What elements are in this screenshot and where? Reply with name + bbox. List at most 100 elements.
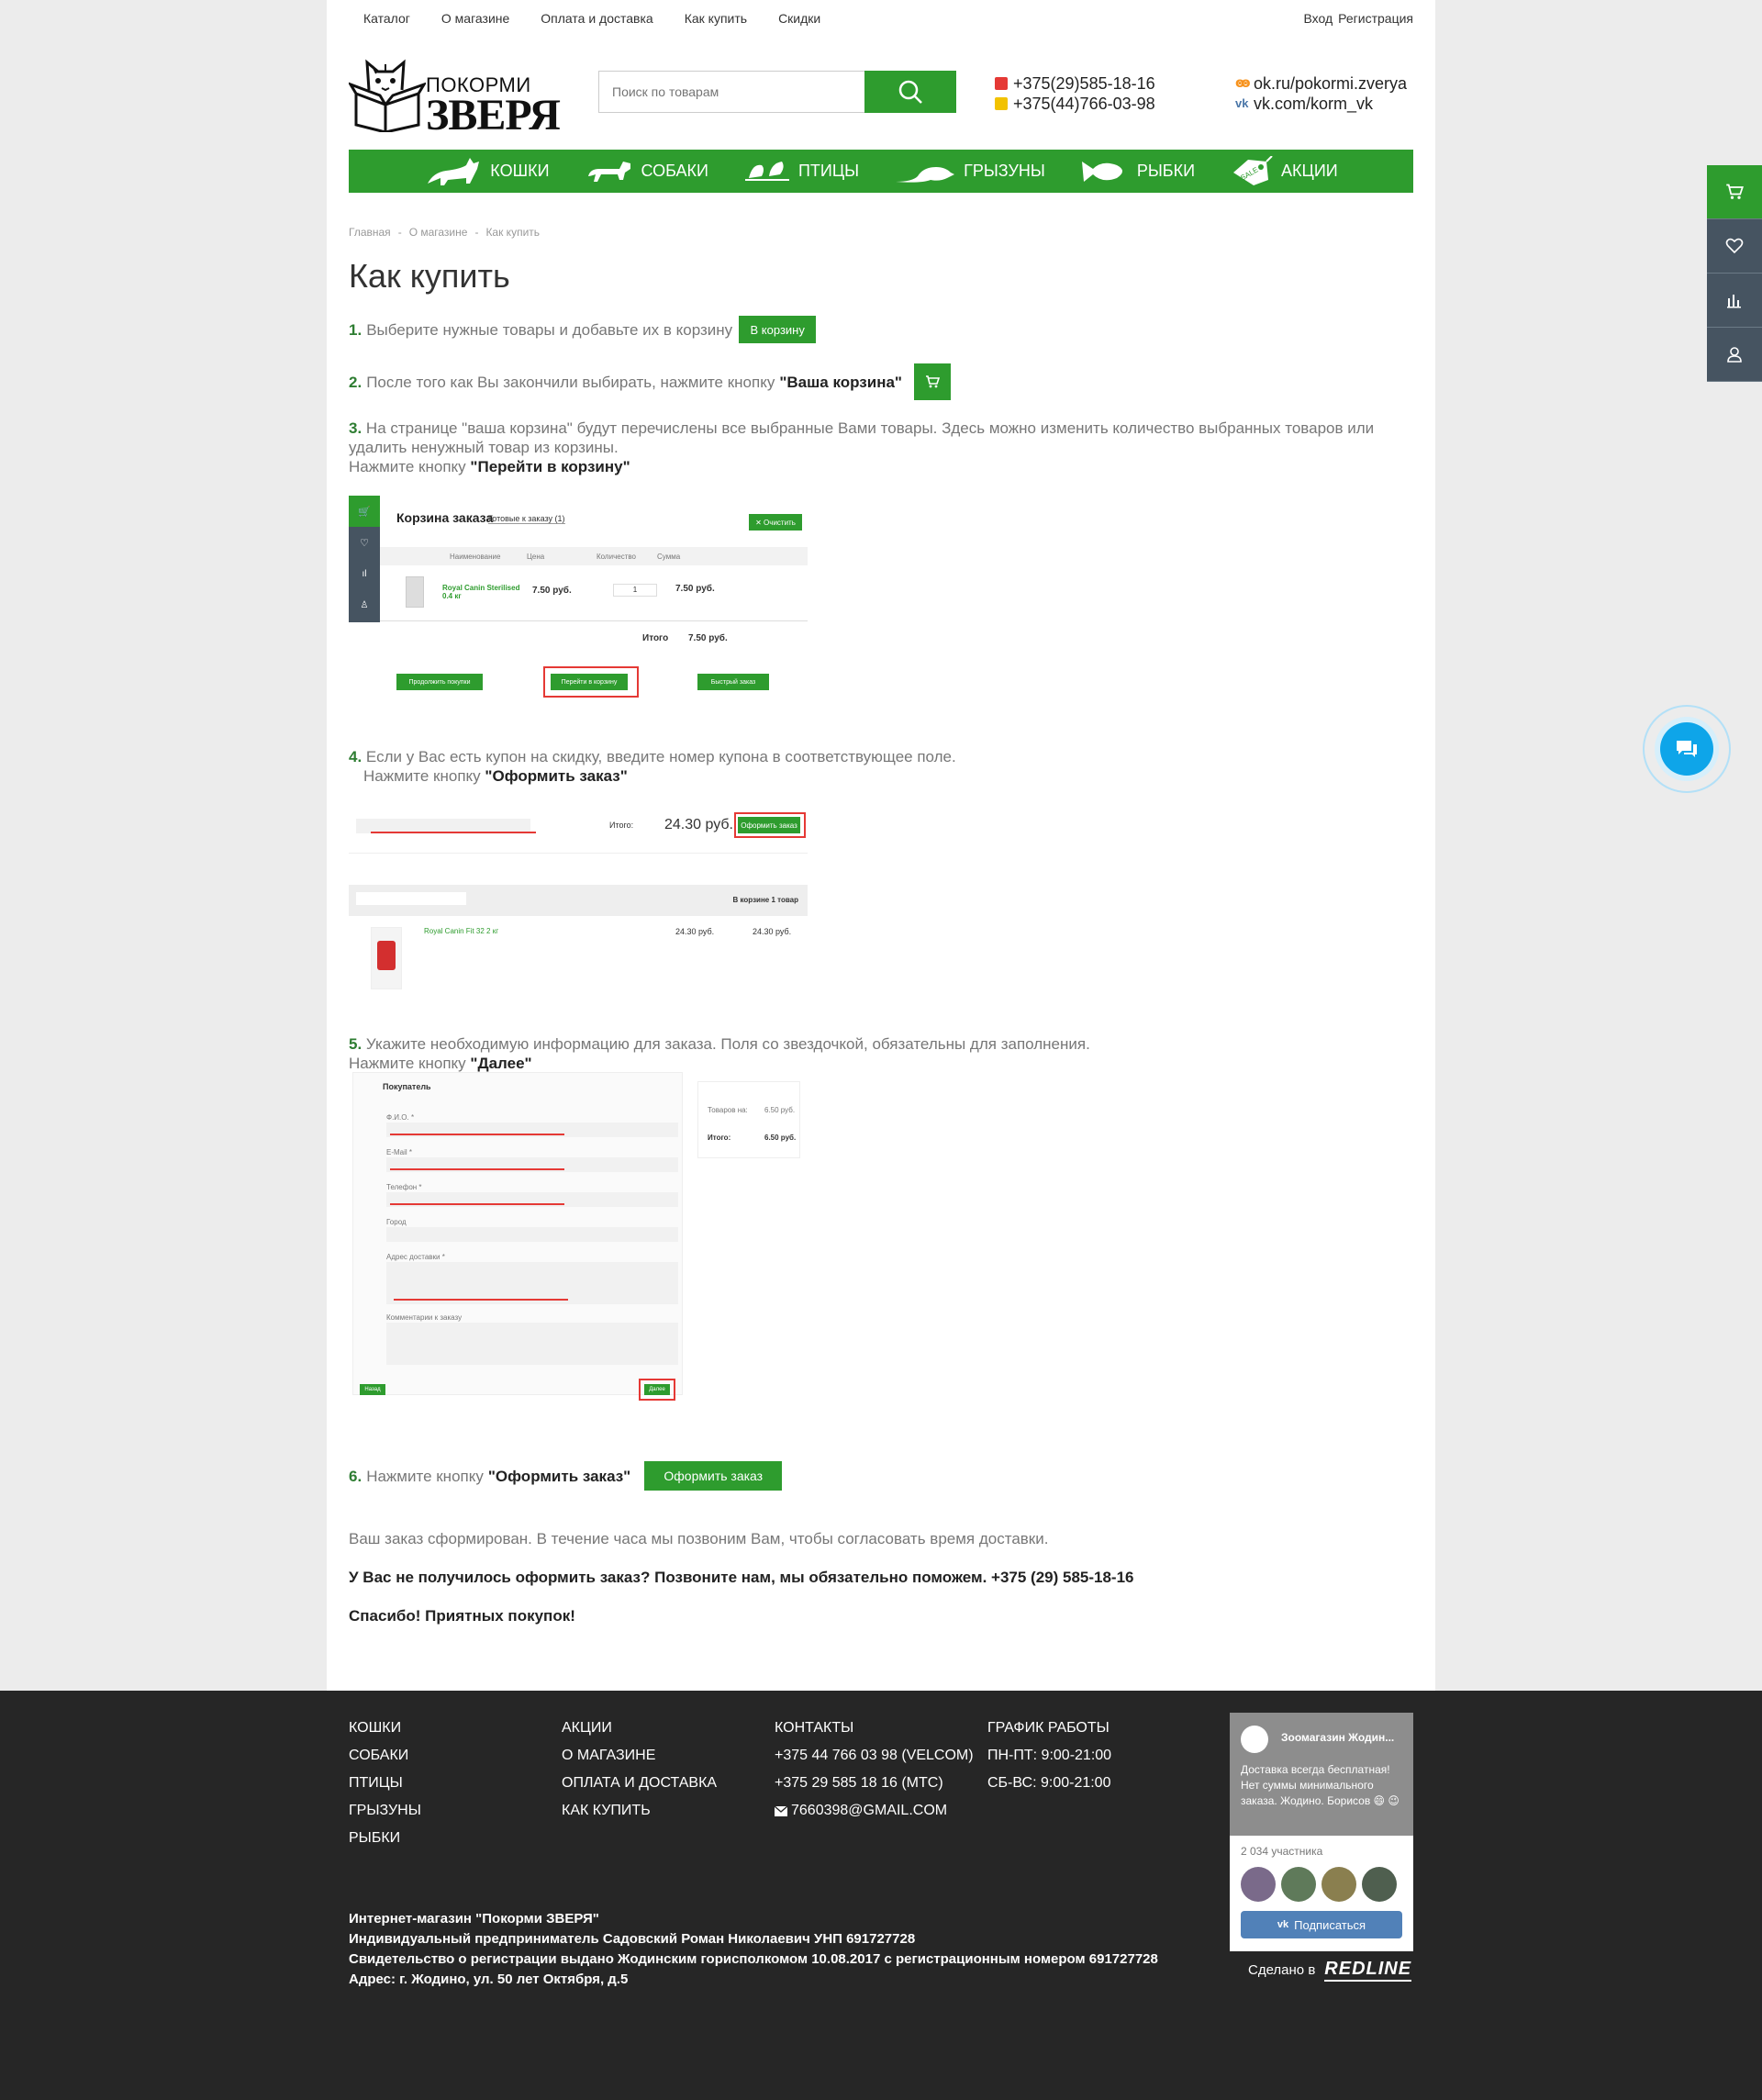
category-cats[interactable]: КОШКИ <box>424 156 550 187</box>
chat-bubble <box>1660 722 1713 776</box>
step-text: Выберите нужные товары и добавьте их в к… <box>366 320 733 339</box>
vk-icon: vk <box>1235 96 1249 110</box>
vk-member-avatars <box>1230 1858 1413 1911</box>
red-underline <box>390 1168 564 1170</box>
footer-link-dogs[interactable]: СОБАКИ <box>349 1742 421 1770</box>
footer-link-payment[interactable]: ОПЛАТА И ДОСТАВКА <box>562 1770 717 1797</box>
phone-velcom-row[interactable]: +375(44)766-03-98 <box>995 94 1155 114</box>
footer-link-how-to-buy[interactable]: КАК КУПИТЬ <box>562 1797 717 1825</box>
footer-link-cats[interactable]: КОШКИ <box>349 1715 421 1742</box>
footer-schedule-weekdays: ПН-ПТ: 9:00-21:00 <box>987 1748 1112 1763</box>
cart-shot-continue: Продолжить покупки <box>396 674 483 690</box>
register-link[interactable]: Регистрация <box>1338 11 1413 26</box>
category-birds[interactable]: ПТИЦЫ <box>743 156 859 187</box>
category-rodents[interactable]: ГРЫЗУНЫ <box>894 156 1045 187</box>
vk-link[interactable]: vk vk.com/korm_vk <box>1235 94 1407 114</box>
side-compare-button[interactable] <box>1707 274 1762 328</box>
footer-link-about[interactable]: О МАГАЗИНЕ <box>562 1742 717 1770</box>
chat-icon <box>1677 741 1697 757</box>
heart-icon: ♡ <box>360 537 369 549</box>
breadcrumb-current: Как купить <box>485 226 541 239</box>
velcom-icon <box>995 97 1008 110</box>
category-sales[interactable]: SALE АКЦИИ <box>1230 155 1338 187</box>
order-shot-total: 24.30 руб. <box>664 817 733 832</box>
form-shot-title: Покупатель <box>383 1082 431 1091</box>
cat-icon <box>428 157 480 185</box>
category-fish[interactable]: РЫБКИ <box>1080 156 1195 187</box>
avatar[interactable] <box>1322 1867 1356 1902</box>
vk-subscribe-button[interactable]: vk Подписаться <box>1241 1911 1402 1938</box>
avatar[interactable] <box>1281 1867 1316 1902</box>
redline-logo[interactable]: REDLINE <box>1324 1959 1412 1982</box>
step-bold: "Далее" <box>470 1055 532 1072</box>
top-nav-payment[interactable]: Оплата и доставка <box>541 11 652 26</box>
footer-link-fish[interactable]: РЫБКИ <box>349 1825 421 1852</box>
step-text: На странице "ваша корзина" будут перечис… <box>349 419 1375 456</box>
chat-widget-button[interactable] <box>1643 705 1731 793</box>
right-tools-panel <box>1707 165 1762 382</box>
cart-shot-tab: Готовые к заказу (1) <box>488 514 565 524</box>
vk-community-name[interactable]: Зоомагазин Жодин... <box>1281 1731 1394 1744</box>
checkout-form-screenshot: Покупатель Ф.И.О. * E-Mail * Телефон * Г… <box>349 1072 808 1412</box>
breadcrumb-home[interactable]: Главная <box>349 226 391 239</box>
phones: +375(29)585-18-16 +375(44)766-03-98 <box>995 73 1155 114</box>
step-text: Нажмите кнопку <box>366 1467 484 1485</box>
step-3: 3. На странице "ваша корзина" будут пере… <box>349 419 1395 476</box>
coupon-screenshot: Итого: 24.30 руб. Оформить заказ <box>349 800 808 854</box>
step-text: Укажите необходимую информацию для заказ… <box>365 1035 1090 1053</box>
ok-link[interactable]: ꙭ ok.ru/pokormi.zverya <box>1235 73 1407 94</box>
top-nav-how-to-buy[interactable]: Как купить <box>685 11 747 26</box>
footer-link-rodents[interactable]: ГРЫЗУНЫ <box>349 1797 421 1825</box>
step-number: 5. <box>349 1035 362 1053</box>
step-number: 1. <box>349 320 362 339</box>
side-account-button[interactable] <box>1707 328 1762 382</box>
cat-box-logo-icon <box>347 59 428 134</box>
step-number: 3. <box>349 419 362 437</box>
label-address: Адрес доставки * <box>386 1253 445 1261</box>
place-order-button-example[interactable]: Оформить заказ <box>644 1461 783 1491</box>
phone-mts-row[interactable]: +375(29)585-18-16 <box>995 73 1155 94</box>
highlight-box <box>543 666 639 698</box>
order-shot-price: 24.30 руб. <box>675 927 715 936</box>
red-underline <box>390 1134 564 1135</box>
footer-link-sales[interactable]: АКЦИИ <box>562 1715 717 1742</box>
add-to-cart-button-example[interactable]: В корзину <box>739 316 817 343</box>
category-dogs[interactable]: СОБАКИ <box>585 156 708 187</box>
red-underline <box>371 832 536 833</box>
footer-link-birds[interactable]: ПТИЦЫ <box>349 1770 421 1797</box>
category-dogs-label: СОБАКИ <box>641 162 708 180</box>
step-4: 4. Если у Вас есть купон на скидку, введ… <box>349 747 1413 786</box>
footer-email-row[interactable]: 7660398@GMAIL.COM <box>775 1797 974 1825</box>
footer-col-info: АКЦИИ О МАГАЗИНЕ ОПЛАТА И ДОСТАВКА КАК К… <box>562 1715 717 1825</box>
top-nav-discounts[interactable]: Скидки <box>778 11 820 26</box>
side-favorites-button[interactable] <box>1707 219 1762 274</box>
label-phone: Телефон * <box>386 1183 422 1191</box>
order-formed-text: Ваш заказ сформирован. В течение часа мы… <box>349 1530 1049 1547</box>
site-logo[interactable]: ПОКОРМИ ЗВЕРЯ <box>347 53 561 140</box>
divider <box>380 620 808 621</box>
footer-legal: Интернет-магазин "Покорми ЗВЕРЯ" Индивид… <box>349 1909 1158 1990</box>
search-input[interactable] <box>598 71 864 113</box>
footer-schedule-heading: ГРАФИК РАБОТЫ <box>987 1720 1110 1736</box>
cart-shot-quick: Быстрый заказ <box>697 674 769 690</box>
header: ПОКОРМИ ЗВЕРЯ +375(29)585-18-16 +375(44)… <box>347 37 1413 147</box>
search-button[interactable] <box>864 71 956 113</box>
top-nav-catalog[interactable]: Каталог <box>363 11 410 26</box>
step-number: 6. <box>349 1467 362 1485</box>
top-nav-about[interactable]: О магазине <box>441 11 509 26</box>
avatar[interactable] <box>1241 1867 1276 1902</box>
step-5: 5. Укажите необходимую информацию для за… <box>349 1034 1413 1073</box>
fish-icon <box>1081 161 1122 182</box>
login-link[interactable]: Вход <box>1303 11 1333 26</box>
cart-shot-sidebar: 🛒 ♡ ıl ♙ <box>349 496 380 622</box>
dog-icon <box>587 161 630 182</box>
footer-phone-mts[interactable]: +375 29 585 18 16 (МТС) <box>775 1770 974 1797</box>
col-qty: Количество <box>597 553 636 561</box>
category-birds-label: ПТИЦЫ <box>797 162 860 180</box>
avatar[interactable] <box>1362 1867 1397 1902</box>
footer-phone-velcom[interactable]: +375 44 766 03 98 (VELCOM) <box>775 1742 974 1770</box>
breadcrumb-about[interactable]: О магазине <box>409 226 468 239</box>
cart-button-example[interactable] <box>913 363 951 400</box>
side-cart-button[interactable] <box>1707 165 1762 219</box>
ok-link-text: ok.ru/pokormi.zverya <box>1254 74 1408 93</box>
